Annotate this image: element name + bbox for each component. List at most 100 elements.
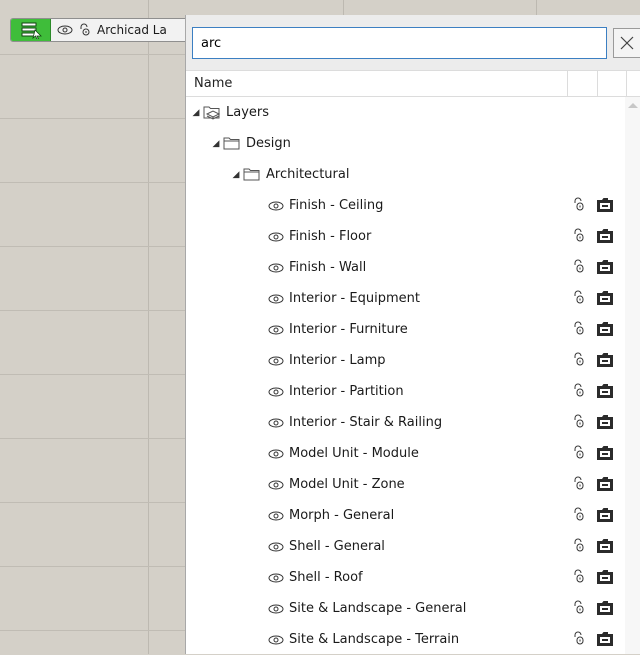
eye-icon[interactable] (57, 25, 73, 35)
layer-3d-icon[interactable] (596, 289, 614, 306)
lock-open-icon[interactable] (573, 197, 585, 212)
lock-open-icon[interactable] (573, 290, 585, 305)
layer-3d-icon[interactable] (596, 537, 614, 554)
tree-node-label: Architectural (266, 167, 350, 182)
eye-icon[interactable] (268, 480, 284, 490)
tree-node-design[interactable]: ◢ Design (186, 128, 626, 159)
search-bar (186, 15, 640, 70)
tree-node-layers[interactable]: ◢ Layers (186, 97, 626, 128)
layer-row[interactable]: Interior - Stair & Railing (186, 407, 626, 438)
lock-open-icon[interactable] (573, 414, 585, 429)
layer-3d-icon[interactable] (596, 475, 614, 492)
column-divider (597, 71, 598, 97)
lock-open-icon[interactable] (573, 507, 585, 522)
folder-icon (223, 136, 241, 151)
layer-3d-icon[interactable] (596, 444, 614, 461)
layer-row[interactable]: Finish - Ceiling (186, 190, 626, 221)
layer-name: Finish - Wall (289, 260, 367, 275)
lock-open-icon[interactable] (79, 23, 91, 37)
layer-row[interactable]: Morph - General (186, 500, 626, 531)
layer-combo-control[interactable]: Archicad La (10, 18, 210, 42)
lock-open-icon[interactable] (573, 228, 585, 243)
lock-open-icon[interactable] (573, 476, 585, 491)
layer-3d-icon[interactable] (596, 568, 614, 585)
layer-3d-icon[interactable] (596, 320, 614, 337)
eye-icon[interactable] (268, 356, 284, 366)
eye-icon[interactable] (268, 418, 284, 428)
expand-arrow-icon[interactable]: ◢ (191, 108, 201, 118)
lock-open-icon[interactable] (573, 352, 585, 367)
grid-line (0, 182, 185, 183)
expand-arrow-icon[interactable]: ◢ (231, 170, 241, 180)
layer-3d-icon[interactable] (596, 599, 614, 616)
lock-open-icon[interactable] (573, 600, 585, 615)
layer-row[interactable]: Finish - Wall (186, 252, 626, 283)
eye-icon[interactable] (268, 294, 284, 304)
eye-icon[interactable] (268, 263, 284, 273)
grid-line (148, 0, 149, 654)
eye-icon[interactable] (268, 449, 284, 459)
layer-name: Interior - Lamp (289, 353, 386, 368)
layer-name: Site & Landscape - Terrain (289, 632, 460, 647)
grid-line (0, 438, 185, 439)
search-input[interactable] (192, 27, 607, 59)
eye-icon[interactable] (268, 232, 284, 242)
layer-row[interactable]: Interior - Furniture (186, 314, 626, 345)
scroll-up-icon[interactable] (628, 103, 638, 108)
layer-name: Model Unit - Zone (289, 477, 405, 492)
grid-line (536, 0, 537, 15)
lock-open-icon[interactable] (573, 631, 585, 646)
layer-row[interactable]: Model Unit - Module (186, 438, 626, 469)
lock-open-icon[interactable] (573, 383, 585, 398)
layer-row[interactable]: Interior - Partition (186, 376, 626, 407)
layer-row[interactable]: Model Unit - Zone (186, 469, 626, 500)
layer-row[interactable]: Finish - Floor (186, 221, 626, 252)
eye-icon[interactable] (268, 511, 284, 521)
layer-row[interactable]: Site & Landscape - Terrain (186, 624, 626, 655)
layer-3d-icon[interactable] (596, 258, 614, 275)
name-column-header[interactable]: Name (194, 76, 232, 91)
lock-open-icon[interactable] (573, 569, 585, 584)
grid-line (0, 374, 185, 375)
eye-icon[interactable] (268, 635, 284, 645)
layer-3d-icon[interactable] (596, 506, 614, 523)
eye-icon[interactable] (268, 387, 284, 397)
lock-open-icon[interactable] (573, 321, 585, 336)
layer-3d-icon[interactable] (596, 630, 614, 647)
eye-icon[interactable] (268, 201, 284, 211)
layer-3d-icon[interactable] (596, 227, 614, 244)
expand-arrow-icon[interactable]: ◢ (211, 139, 221, 149)
layer-3d-icon[interactable] (596, 351, 614, 368)
layer-name: Interior - Partition (289, 384, 404, 399)
lock-open-icon[interactable] (573, 259, 585, 274)
folder-icon (243, 167, 261, 182)
layer-row[interactable]: Site & Landscape - General (186, 593, 626, 624)
scrollbar[interactable] (625, 97, 640, 654)
layer-row[interactable]: Shell - General (186, 531, 626, 562)
eye-icon[interactable] (268, 542, 284, 552)
current-layer-label: Archicad La (97, 23, 167, 37)
layer-name: Interior - Furniture (289, 322, 408, 337)
grid-line (0, 118, 185, 119)
layer-settings-button[interactable] (11, 19, 51, 41)
layer-3d-icon[interactable] (596, 196, 614, 213)
layer-name: Interior - Stair & Railing (289, 415, 443, 430)
layer-row[interactable]: Shell - Roof (186, 562, 626, 593)
layer-name: Site & Landscape - General (289, 601, 467, 616)
eye-icon[interactable] (268, 325, 284, 335)
tree-node-architectural[interactable]: ◢ Architectural (186, 159, 626, 190)
layer-row[interactable]: Interior - Lamp (186, 345, 626, 376)
column-divider (626, 71, 627, 97)
grid-line (0, 246, 185, 247)
close-icon (620, 36, 634, 50)
column-header: Name (186, 70, 640, 97)
tree-node-label: Layers (226, 105, 270, 120)
lock-open-icon[interactable] (573, 445, 585, 460)
close-button[interactable] (613, 28, 640, 58)
lock-open-icon[interactable] (573, 538, 585, 553)
eye-icon[interactable] (268, 573, 284, 583)
layer-3d-icon[interactable] (596, 413, 614, 430)
eye-icon[interactable] (268, 604, 284, 614)
layer-3d-icon[interactable] (596, 382, 614, 399)
layer-row[interactable]: Interior - Equipment (186, 283, 626, 314)
